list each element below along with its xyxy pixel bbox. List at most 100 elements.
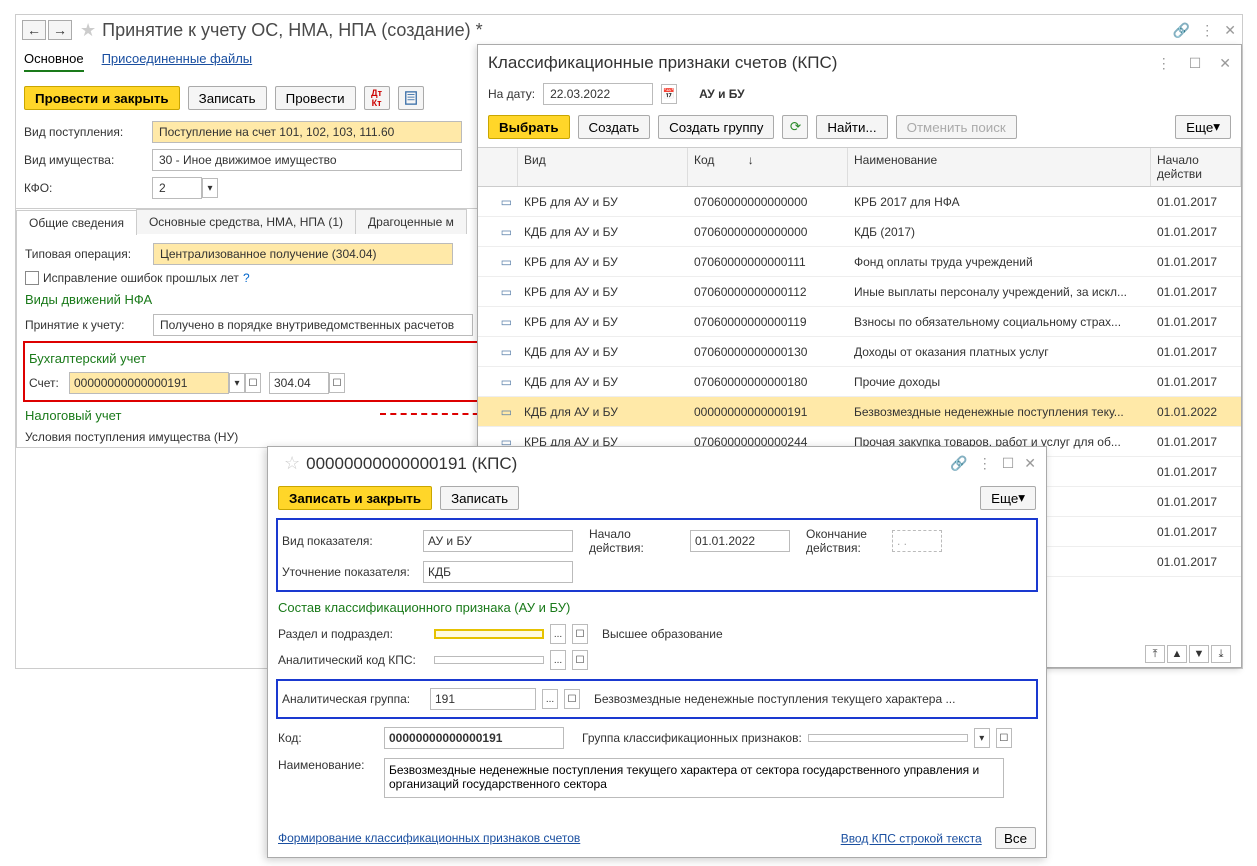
- kps-refresh-icon[interactable]: ⟳: [782, 115, 808, 139]
- table-row[interactable]: ▭КДБ для АУ и БУ07060000000000000КДБ (20…: [478, 217, 1241, 247]
- kps-create-group-button[interactable]: Создать группу: [658, 115, 774, 139]
- table-row[interactable]: ▭КДБ для АУ и БУ00000000000000191Безвозм…: [478, 397, 1241, 427]
- save-button[interactable]: Записать: [188, 86, 267, 110]
- input-kps-text-link[interactable]: Ввод КПС строкой текста: [841, 832, 982, 846]
- help-icon[interactable]: ?: [243, 271, 250, 285]
- analytic-group-field[interactable]: 191: [430, 688, 536, 710]
- kps-menu-icon[interactable]: ⋮: [1157, 55, 1171, 72]
- group-kps-field[interactable]: [808, 734, 968, 742]
- cell-name: Доходы от оказания платных услуг: [848, 341, 1151, 363]
- grid-bottom-icon[interactable]: ⤓: [1211, 645, 1231, 663]
- kfo-dropdown-icon[interactable]: ▾: [202, 178, 218, 198]
- form-kps-link[interactable]: Формирование классификационных признаков…: [278, 831, 580, 845]
- fix-errors-checkbox[interactable]: [25, 271, 39, 285]
- kps-date-field[interactable]: 22.03.2022: [543, 83, 653, 105]
- favorite-star-icon[interactable]: ★: [80, 20, 96, 41]
- post-and-close-button[interactable]: Провести и закрыть: [24, 86, 180, 110]
- kps-close-icon[interactable]: ✕: [1219, 55, 1231, 72]
- kps-calendar-icon[interactable]: 📅: [661, 84, 677, 104]
- det-menu-icon[interactable]: ⋮: [978, 455, 992, 472]
- col-kod[interactable]: Код ↓: [688, 148, 848, 186]
- grid-up-icon[interactable]: ▲: [1167, 645, 1187, 663]
- account2-field[interactable]: 304.04: [269, 372, 329, 394]
- det-save-close-button[interactable]: Записать и закрыть: [278, 486, 432, 510]
- account2-open-icon[interactable]: ☐: [329, 373, 345, 393]
- subtab-metals[interactable]: Драгоценные м: [355, 209, 467, 234]
- receipt-type-field[interactable]: Поступление на счет 101, 102, 103, 111.6…: [152, 121, 462, 143]
- cell-vid: КДБ для АУ и БУ: [518, 221, 688, 243]
- receive-field[interactable]: Получено в порядке внутриведомственных р…: [153, 314, 473, 336]
- prop-type-field[interactable]: 30 - Иное движимое имущество: [152, 149, 462, 171]
- name-textarea[interactable]: [384, 758, 1004, 798]
- typical-op-field[interactable]: Централизованное получение (304.04): [153, 243, 453, 265]
- section-field[interactable]: [434, 629, 544, 639]
- table-row[interactable]: ▭КРБ для АУ и БУ07060000000000119Взносы …: [478, 307, 1241, 337]
- cell-date: 01.01.2017: [1151, 431, 1241, 453]
- subtab-os[interactable]: Основные средства, НМА, НПА (1): [136, 209, 356, 234]
- link-icon[interactable]: 🔗: [1173, 22, 1190, 39]
- receipt-type-label: Вид поступления:: [24, 125, 152, 139]
- section-hint: Высшее образование: [602, 627, 723, 641]
- det-more-button[interactable]: Еще ▾: [980, 486, 1036, 510]
- account1-open-icon[interactable]: ☐: [245, 373, 261, 393]
- det-link-icon[interactable]: 🔗: [950, 455, 967, 472]
- table-row[interactable]: ▭КРБ для АУ и БУ07060000000000112Иные вы…: [478, 277, 1241, 307]
- end-field[interactable]: . .: [892, 530, 942, 552]
- group-kps-open-icon[interactable]: ☐: [996, 728, 1012, 748]
- titlebar: ← → ★ Принятие к учету ОС, НМА, НПА (соз…: [16, 15, 1242, 45]
- kps-create-button[interactable]: Создать: [578, 115, 651, 139]
- subtab-general[interactable]: Общие сведения: [16, 210, 137, 235]
- det-close-icon[interactable]: ✕: [1024, 455, 1036, 472]
- section-open-icon[interactable]: ☐: [572, 624, 588, 644]
- analytic-code-label: Аналитический код КПС:: [278, 653, 428, 667]
- table-row[interactable]: ▭КДБ для АУ и БУ07060000000000180Прочие …: [478, 367, 1241, 397]
- refine-label: Уточнение показателя:: [282, 565, 417, 579]
- cell-kod: 07060000000000119: [688, 311, 848, 333]
- cell-kod: 07060000000000112: [688, 281, 848, 303]
- tab-files[interactable]: Присоединенные файлы: [102, 51, 253, 72]
- cell-kod: 07060000000000180: [688, 371, 848, 393]
- menu-dots-icon[interactable]: ⋮: [1200, 22, 1214, 39]
- analytic-group-open-icon[interactable]: ☐: [564, 689, 580, 709]
- section-pick-icon[interactable]: ...: [550, 624, 566, 644]
- det-save-button[interactable]: Записать: [440, 486, 519, 510]
- account1-field[interactable]: 00000000000000191: [69, 372, 229, 394]
- row-icon: ▭: [478, 311, 518, 333]
- kps-more-button[interactable]: Еще ▾: [1175, 115, 1231, 139]
- analytic-code-open-icon[interactable]: ☐: [572, 650, 588, 670]
- kfo-field[interactable]: 2: [152, 177, 202, 199]
- det-maximize-icon[interactable]: ☐: [1002, 455, 1015, 472]
- table-row[interactable]: ▭КРБ для АУ и БУ07060000000000111Фонд оп…: [478, 247, 1241, 277]
- dt-kt-icon[interactable]: ДтКт: [364, 86, 390, 110]
- det-star-icon[interactable]: ☆: [284, 453, 300, 474]
- col-name[interactable]: Наименование: [848, 148, 1151, 186]
- col-date[interactable]: Начало действи: [1151, 148, 1241, 186]
- close-icon[interactable]: ✕: [1224, 22, 1236, 39]
- nav-forward-button[interactable]: →: [48, 20, 72, 40]
- nav-back-button[interactable]: ←: [22, 20, 46, 40]
- col-vid[interactable]: Вид: [518, 148, 688, 186]
- refine-field[interactable]: КДБ: [423, 561, 573, 583]
- all-button[interactable]: Все: [995, 827, 1036, 849]
- kps-select-button[interactable]: Выбрать: [488, 115, 570, 139]
- post-button[interactable]: Провести: [275, 86, 356, 110]
- analytic-group-hint: Безвозмездные неденежные поступления тек…: [594, 692, 955, 706]
- cell-kod: 00000000000000191: [688, 401, 848, 423]
- table-row[interactable]: ▭КДБ для АУ и БУ07060000000000130Доходы …: [478, 337, 1241, 367]
- tab-main[interactable]: Основное: [24, 51, 84, 72]
- kps-find-button[interactable]: Найти...: [816, 115, 887, 139]
- kps-maximize-icon[interactable]: ☐: [1189, 55, 1202, 72]
- report-icon[interactable]: [398, 86, 424, 110]
- group-kps-dropdown-icon[interactable]: ▾: [974, 728, 990, 748]
- account1-dropdown-icon[interactable]: ▾: [229, 373, 245, 393]
- grid-down-icon[interactable]: ▼: [1189, 645, 1209, 663]
- analytic-code-field[interactable]: [434, 656, 544, 664]
- cell-date: 01.01.2017: [1151, 341, 1241, 363]
- start-field[interactable]: 01.01.2022: [690, 530, 790, 552]
- indicator-field[interactable]: АУ и БУ: [423, 530, 573, 552]
- code-field[interactable]: 00000000000000191: [384, 727, 564, 749]
- analytic-group-pick-icon[interactable]: ...: [542, 689, 558, 709]
- analytic-code-pick-icon[interactable]: ...: [550, 650, 566, 670]
- table-row[interactable]: ▭КРБ для АУ и БУ07060000000000000КРБ 201…: [478, 187, 1241, 217]
- grid-top-icon[interactable]: ⤒: [1145, 645, 1165, 663]
